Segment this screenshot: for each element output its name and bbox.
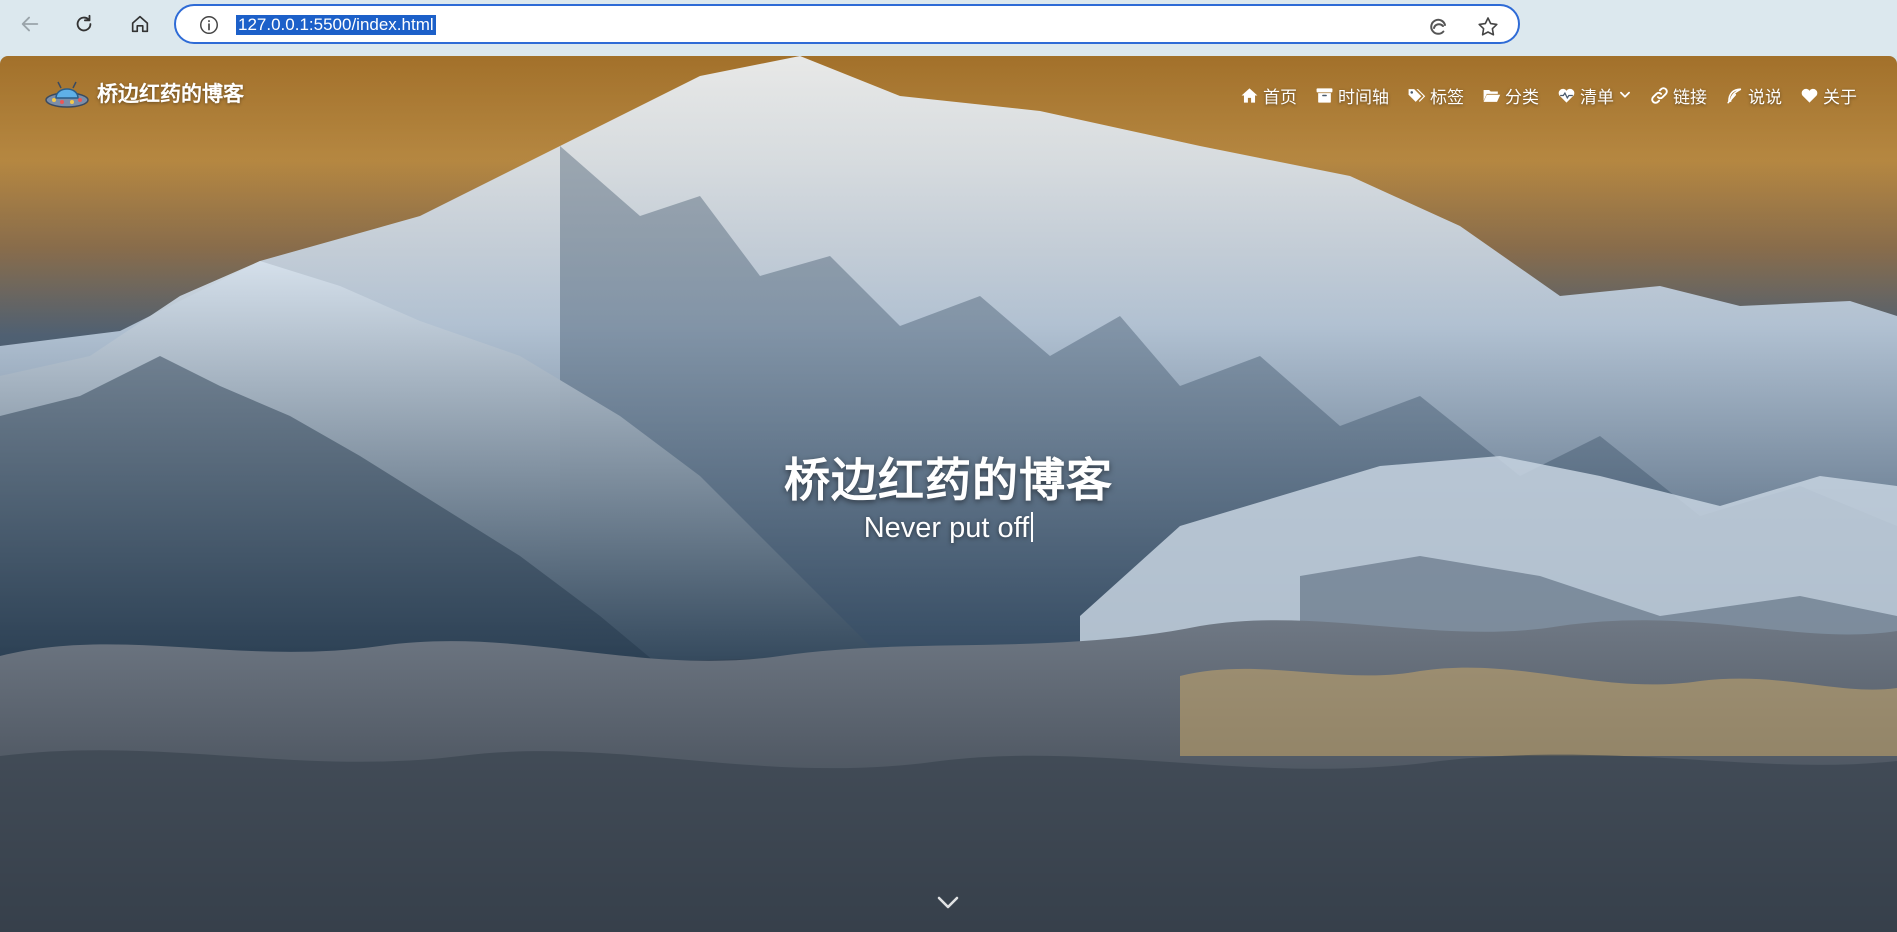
edge-refresh-icon <box>1430 18 1446 35</box>
menu-item-links[interactable]: 链接 <box>1650 80 1707 110</box>
site-header: 桥边红药的博客 首页 时间轴 标签 分类 清单 链接 说说 关于 <box>0 56 1897 136</box>
chevron-down-icon <box>1620 91 1630 98</box>
tags-icon <box>1408 88 1426 102</box>
ufo-logo-icon[interactable] <box>44 78 90 114</box>
menu-item-label: 清单 <box>1580 87 1614 108</box>
page-viewport: 桥边红药的博客 首页 时间轴 标签 分类 清单 链接 说说 关于 桥边红药的博客… <box>0 56 1897 932</box>
archive-icon <box>1316 87 1333 103</box>
main-menu: 首页 时间轴 标签 分类 清单 链接 说说 关于 <box>1222 80 1857 110</box>
hero-subtitle: Never put off <box>0 512 1897 545</box>
menu-item-label: 标签 <box>1430 87 1464 108</box>
reload-button[interactable] <box>68 8 100 40</box>
star-icon <box>1478 17 1498 36</box>
menu-item-label: 链接 <box>1673 87 1707 108</box>
site-title-link[interactable]: 桥边红药的博客 <box>97 78 244 110</box>
menu-item-tags[interactable]: 标签 <box>1407 80 1464 110</box>
back-button[interactable] <box>14 8 46 40</box>
scroll-down-chevron-icon[interactable] <box>936 894 960 912</box>
menu-item-label: 分类 <box>1505 87 1539 108</box>
home-icon <box>1241 87 1258 103</box>
menu-item-home[interactable]: 首页 <box>1240 80 1297 110</box>
menu-item-label: 关于 <box>1823 87 1857 108</box>
folder-open-icon <box>1483 89 1501 102</box>
menu-item-categories[interactable]: 分类 <box>1482 80 1539 110</box>
browser-toolbar: 127.0.0.1:5500/index.html <box>0 0 1897 56</box>
menu-item-label: 首页 <box>1263 87 1297 108</box>
info-icon[interactable] <box>198 14 220 36</box>
browser-home-icon <box>131 15 149 33</box>
menu-item-about[interactable]: 关于 <box>1800 80 1857 110</box>
hero-title: 桥边红药的博客 <box>784 453 1113 507</box>
typed-subtitle-text: Never put off <box>863 512 1030 544</box>
back-arrow-icon <box>21 16 39 32</box>
home-button[interactable] <box>124 8 156 40</box>
heart-icon <box>1801 88 1818 103</box>
feather-icon <box>1727 87 1742 103</box>
menu-item-label: 时间轴 <box>1338 87 1389 108</box>
menu-item-label: 说说 <box>1748 87 1782 108</box>
edge-extension-button[interactable] <box>1426 15 1450 39</box>
link-icon <box>1651 86 1668 104</box>
menu-item-list-dropdown[interactable]: 清单 <box>1557 80 1632 110</box>
typing-caret <box>1031 512 1034 542</box>
menu-item-timeline[interactable]: 时间轴 <box>1315 80 1389 110</box>
heartbeat-icon <box>1558 88 1575 103</box>
reload-icon <box>76 14 92 32</box>
menu-item-moments[interactable]: 说说 <box>1725 80 1782 110</box>
address-bar[interactable]: 127.0.0.1:5500/index.html <box>174 4 1520 44</box>
url-text[interactable]: 127.0.0.1:5500/index.html <box>236 15 436 35</box>
favorite-button[interactable] <box>1476 15 1500 39</box>
